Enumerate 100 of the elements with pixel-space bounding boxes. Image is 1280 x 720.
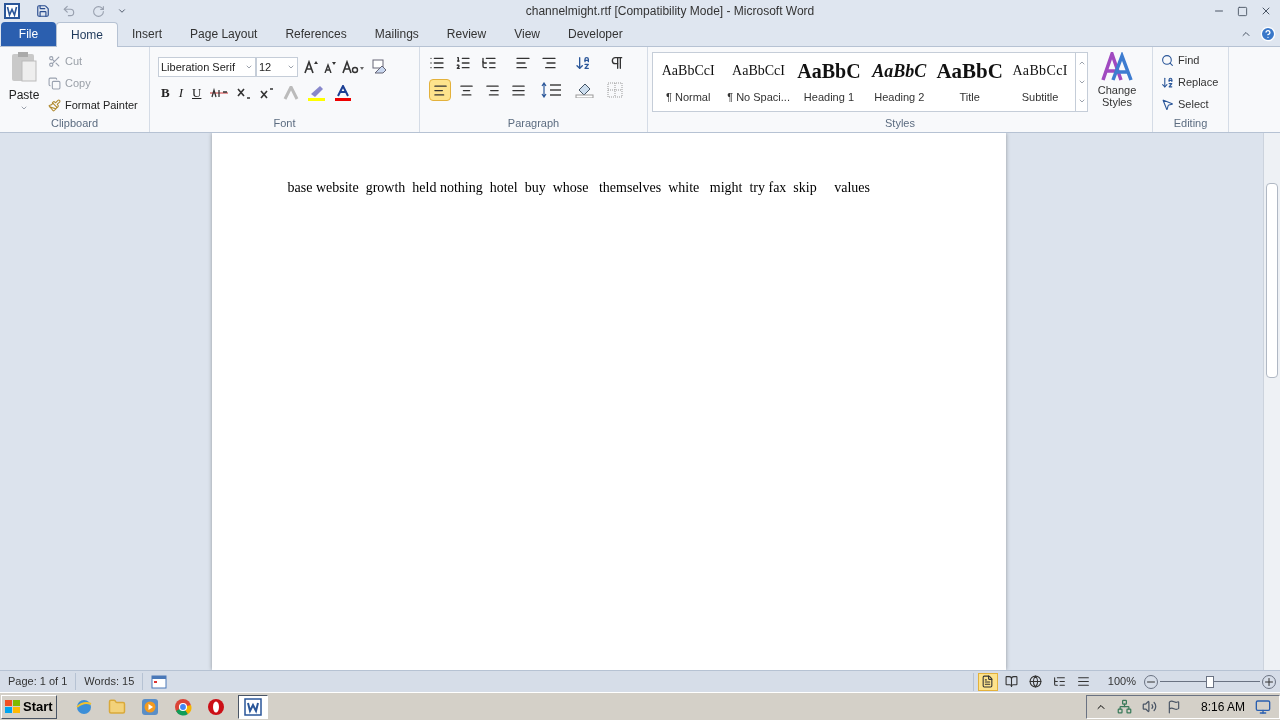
- style-gallery-item[interactable]: AaBbC Title: [934, 53, 1005, 111]
- align-icon: [510, 82, 526, 98]
- multilevel-list-icon[interactable]: [481, 55, 497, 71]
- help-icon[interactable]: [1260, 26, 1276, 42]
- font-color-icon[interactable]: [335, 84, 352, 101]
- save-icon[interactable]: [36, 4, 50, 18]
- group-label: Editing: [1173, 115, 1208, 131]
- ribbon-tab[interactable]: File: [1, 22, 56, 46]
- cursor-icon: [1161, 98, 1174, 111]
- style-gallery-item[interactable]: AaBbCcI ¶ Normal: [653, 53, 724, 111]
- editing-button[interactable]: Replace: [1161, 73, 1224, 92]
- font-name-field[interactable]: Liberation Serif: [158, 57, 256, 77]
- group-label: Styles: [885, 115, 915, 131]
- globe-icon: [74, 697, 93, 716]
- restore-icon[interactable]: [1237, 5, 1248, 17]
- circle-logo-icon: [206, 697, 225, 716]
- windows-logo-icon: [5, 699, 21, 714]
- subscript-icon[interactable]: [237, 86, 252, 99]
- ribbon-tab[interactable]: Insert: [118, 22, 177, 46]
- ribbon-tab[interactable]: References: [271, 22, 361, 46]
- word-logo-icon[interactable]: [4, 3, 20, 19]
- search-icon: [1161, 54, 1174, 67]
- shrink-font-icon[interactable]: [324, 61, 336, 73]
- paste-button[interactable]: Paste: [4, 51, 44, 115]
- network-icon[interactable]: [1116, 699, 1132, 714]
- group-label: Clipboard: [50, 116, 99, 132]
- clear-formatting-icon[interactable]: [370, 59, 388, 75]
- ribbon-tab[interactable]: Developer: [553, 22, 637, 46]
- ribbon-tab[interactable]: Home: [56, 22, 118, 47]
- start-button[interactable]: Start: [1, 694, 57, 719]
- font-size-field[interactable]: 12: [256, 57, 298, 77]
- brush-icon: [48, 98, 61, 112]
- copy-icon: [48, 76, 61, 90]
- show-desktop-icon[interactable]: [1255, 698, 1271, 715]
- editing-button[interactable]: Find: [1161, 51, 1224, 70]
- flag-icon[interactable]: [1166, 699, 1181, 714]
- group-label: Font: [273, 115, 296, 131]
- caret-icon: [20, 104, 28, 112]
- pilcrow-icon[interactable]: [609, 55, 625, 71]
- slider-thumb[interactable]: [1206, 675, 1214, 688]
- ribbon-tab[interactable]: Mailings: [360, 22, 433, 46]
- shading-icon[interactable]: [575, 82, 595, 98]
- scissors-icon: [48, 54, 61, 68]
- style-gallery-item[interactable]: AaBbCcI Subtitle: [1004, 53, 1076, 111]
- clock: 8:16 AM: [1200, 698, 1245, 716]
- word-count[interactable]: Words: 15: [76, 673, 144, 690]
- style-gallery-item[interactable]: AaBbC Heading 1: [793, 53, 865, 111]
- decrease-indent-icon[interactable]: [515, 55, 531, 71]
- strikethrough-icon[interactable]: [210, 86, 229, 99]
- align-icon: [484, 82, 500, 98]
- clipboard-button[interactable]: Format Painter: [48, 95, 138, 115]
- folder-icon: [107, 697, 126, 716]
- ribbon-tab[interactable]: Review: [432, 22, 501, 46]
- change-styles-button[interactable]: Change Styles: [1092, 52, 1142, 108]
- proofing-icon[interactable]: [151, 674, 168, 689]
- window-title: channelmight.rtf [Compatibility Mode] - Microsoft Word: [525, 3, 815, 20]
- superscript-icon[interactable]: [260, 86, 275, 99]
- bold-button[interactable]: B: [161, 83, 170, 103]
- line-spacing-icon[interactable]: [541, 82, 563, 98]
- ribbon-tab[interactable]: Page Layout: [176, 22, 272, 46]
- sort-icon[interactable]: [575, 55, 591, 71]
- letters-icon: [1101, 52, 1133, 82]
- increase-indent-icon[interactable]: [541, 55, 557, 71]
- page-count[interactable]: Page: 1 of 1: [0, 673, 77, 690]
- scroll-down-icon[interactable]: [1077, 78, 1086, 86]
- customize-toolbar-icon[interactable]: [117, 6, 127, 16]
- word-logo-icon: [243, 697, 262, 716]
- clipboard-icon: [10, 51, 38, 83]
- play-icon: [140, 697, 159, 716]
- bullets-icon[interactable]: [429, 55, 445, 71]
- align-icon: [458, 82, 474, 98]
- zoom-slider[interactable]: [1160, 674, 1260, 689]
- document-text: base website growth held nothing hotel buy whose themselves white might try fax skip values: [287, 179, 871, 197]
- view-icon: [1005, 675, 1019, 688]
- italic-button[interactable]: I: [178, 83, 183, 103]
- taskbar-app[interactable]: [237, 694, 268, 719]
- volume-icon[interactable]: [1141, 699, 1157, 714]
- caret-icon: [287, 63, 295, 71]
- editing-button[interactable]: Select: [1161, 95, 1224, 114]
- replace-icon: [1161, 76, 1174, 89]
- grow-font-icon[interactable]: [304, 60, 318, 74]
- group-label: Paragraph: [507, 115, 560, 131]
- browser-icon: [173, 697, 192, 716]
- underline-button[interactable]: U: [192, 83, 202, 103]
- zoom-level[interactable]: 100%: [1107, 673, 1136, 690]
- style-gallery-item[interactable]: AaBbC Heading 2: [864, 53, 935, 111]
- view-icon: [1077, 675, 1091, 688]
- highlighter-icon[interactable]: [308, 84, 327, 101]
- change-case-icon[interactable]: [342, 60, 364, 74]
- align-icon: [432, 82, 448, 98]
- numbering-icon[interactable]: [455, 55, 471, 71]
- ribbon-tab[interactable]: View: [500, 22, 554, 46]
- align-button[interactable]: [429, 79, 451, 101]
- close-icon[interactable]: [1260, 5, 1272, 17]
- style-gallery-item[interactable]: AaBbCcI ¶ No Spaci...: [723, 53, 794, 111]
- caret-icon: [245, 63, 253, 71]
- view-icon: [1053, 675, 1067, 688]
- view-button[interactable]: [977, 672, 998, 691]
- view-icon: [981, 675, 995, 688]
- vertical-scrollbar[interactable]: [1263, 133, 1280, 670]
